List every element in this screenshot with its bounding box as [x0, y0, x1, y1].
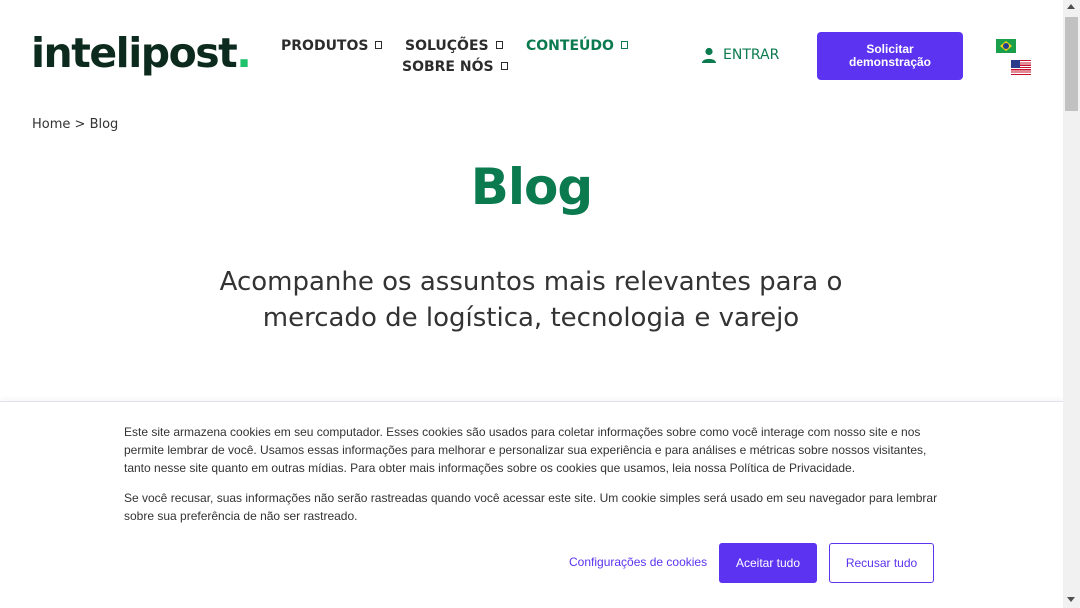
page-subtitle: Acompanhe os assuntos mais relevantes pa…	[219, 267, 843, 333]
logo-text: intelipost	[31, 29, 238, 77]
page: intelipost. PRODUTOS SOLUÇÕES CONTEÚDO S…	[0, 0, 1063, 608]
request-demo-label: Solicitar demonstração	[848, 42, 932, 69]
vertical-scrollbar[interactable]	[1063, 0, 1080, 608]
cookie-banner: Este site armazena cookies em seu comput…	[0, 401, 1063, 608]
scroll-up-arrow-icon[interactable]	[1067, 4, 1075, 9]
flag-usa-canton	[1011, 60, 1020, 68]
flag-brazil-icon[interactable]	[996, 39, 1016, 53]
scroll-down-arrow-icon[interactable]	[1067, 597, 1075, 602]
chevron-down-icon	[500, 62, 508, 70]
breadcrumb-current: Blog	[89, 117, 119, 132]
breadcrumb-separator: >	[74, 117, 86, 132]
user-icon	[702, 47, 716, 63]
nav-conteudo-label: CONTEÚDO	[526, 38, 614, 54]
site-logo[interactable]: intelipost.	[31, 28, 252, 78]
nav-produtos[interactable]: PRODUTOS	[281, 38, 383, 54]
cookie-settings-link[interactable]: Configurações de cookies	[569, 555, 707, 569]
flag-brazil-globe	[1003, 43, 1009, 49]
nav-conteudo[interactable]: CONTEÚDO	[526, 38, 628, 54]
breadcrumb: Home > Blog	[32, 117, 118, 132]
nav-produtos-label: PRODUTOS	[281, 38, 369, 54]
nav-sobre-nos-label: SOBRE NÓS	[402, 59, 494, 75]
login-label: ENTRAR	[723, 47, 780, 63]
chevron-down-icon	[375, 41, 383, 49]
chevron-down-icon	[620, 41, 628, 49]
nav-solucoes[interactable]: SOLUÇÕES	[405, 38, 503, 54]
chevron-down-icon	[495, 41, 503, 49]
page-title: Blog	[470, 158, 593, 216]
request-demo-button[interactable]: Solicitar demonstração	[817, 32, 963, 80]
reject-all-button[interactable]: Recusar tudo	[829, 543, 934, 583]
cookie-text-main: Este site armazena cookies em seu comput…	[124, 425, 927, 475]
logo-dot: .	[236, 29, 252, 77]
nav-solucoes-label: SOLUÇÕES	[405, 38, 489, 54]
scrollbar-thumb[interactable]	[1065, 17, 1078, 111]
accept-all-button[interactable]: Aceitar tudo	[719, 543, 817, 583]
cookie-text-decline: Se você recusar, suas informações não se…	[124, 491, 938, 523]
flag-usa-icon[interactable]	[1011, 60, 1031, 75]
login-link[interactable]: ENTRAR	[701, 47, 779, 63]
nav-sobre-nos[interactable]: SOBRE NÓS	[402, 59, 508, 75]
breadcrumb-home-link[interactable]: Home	[32, 117, 70, 132]
